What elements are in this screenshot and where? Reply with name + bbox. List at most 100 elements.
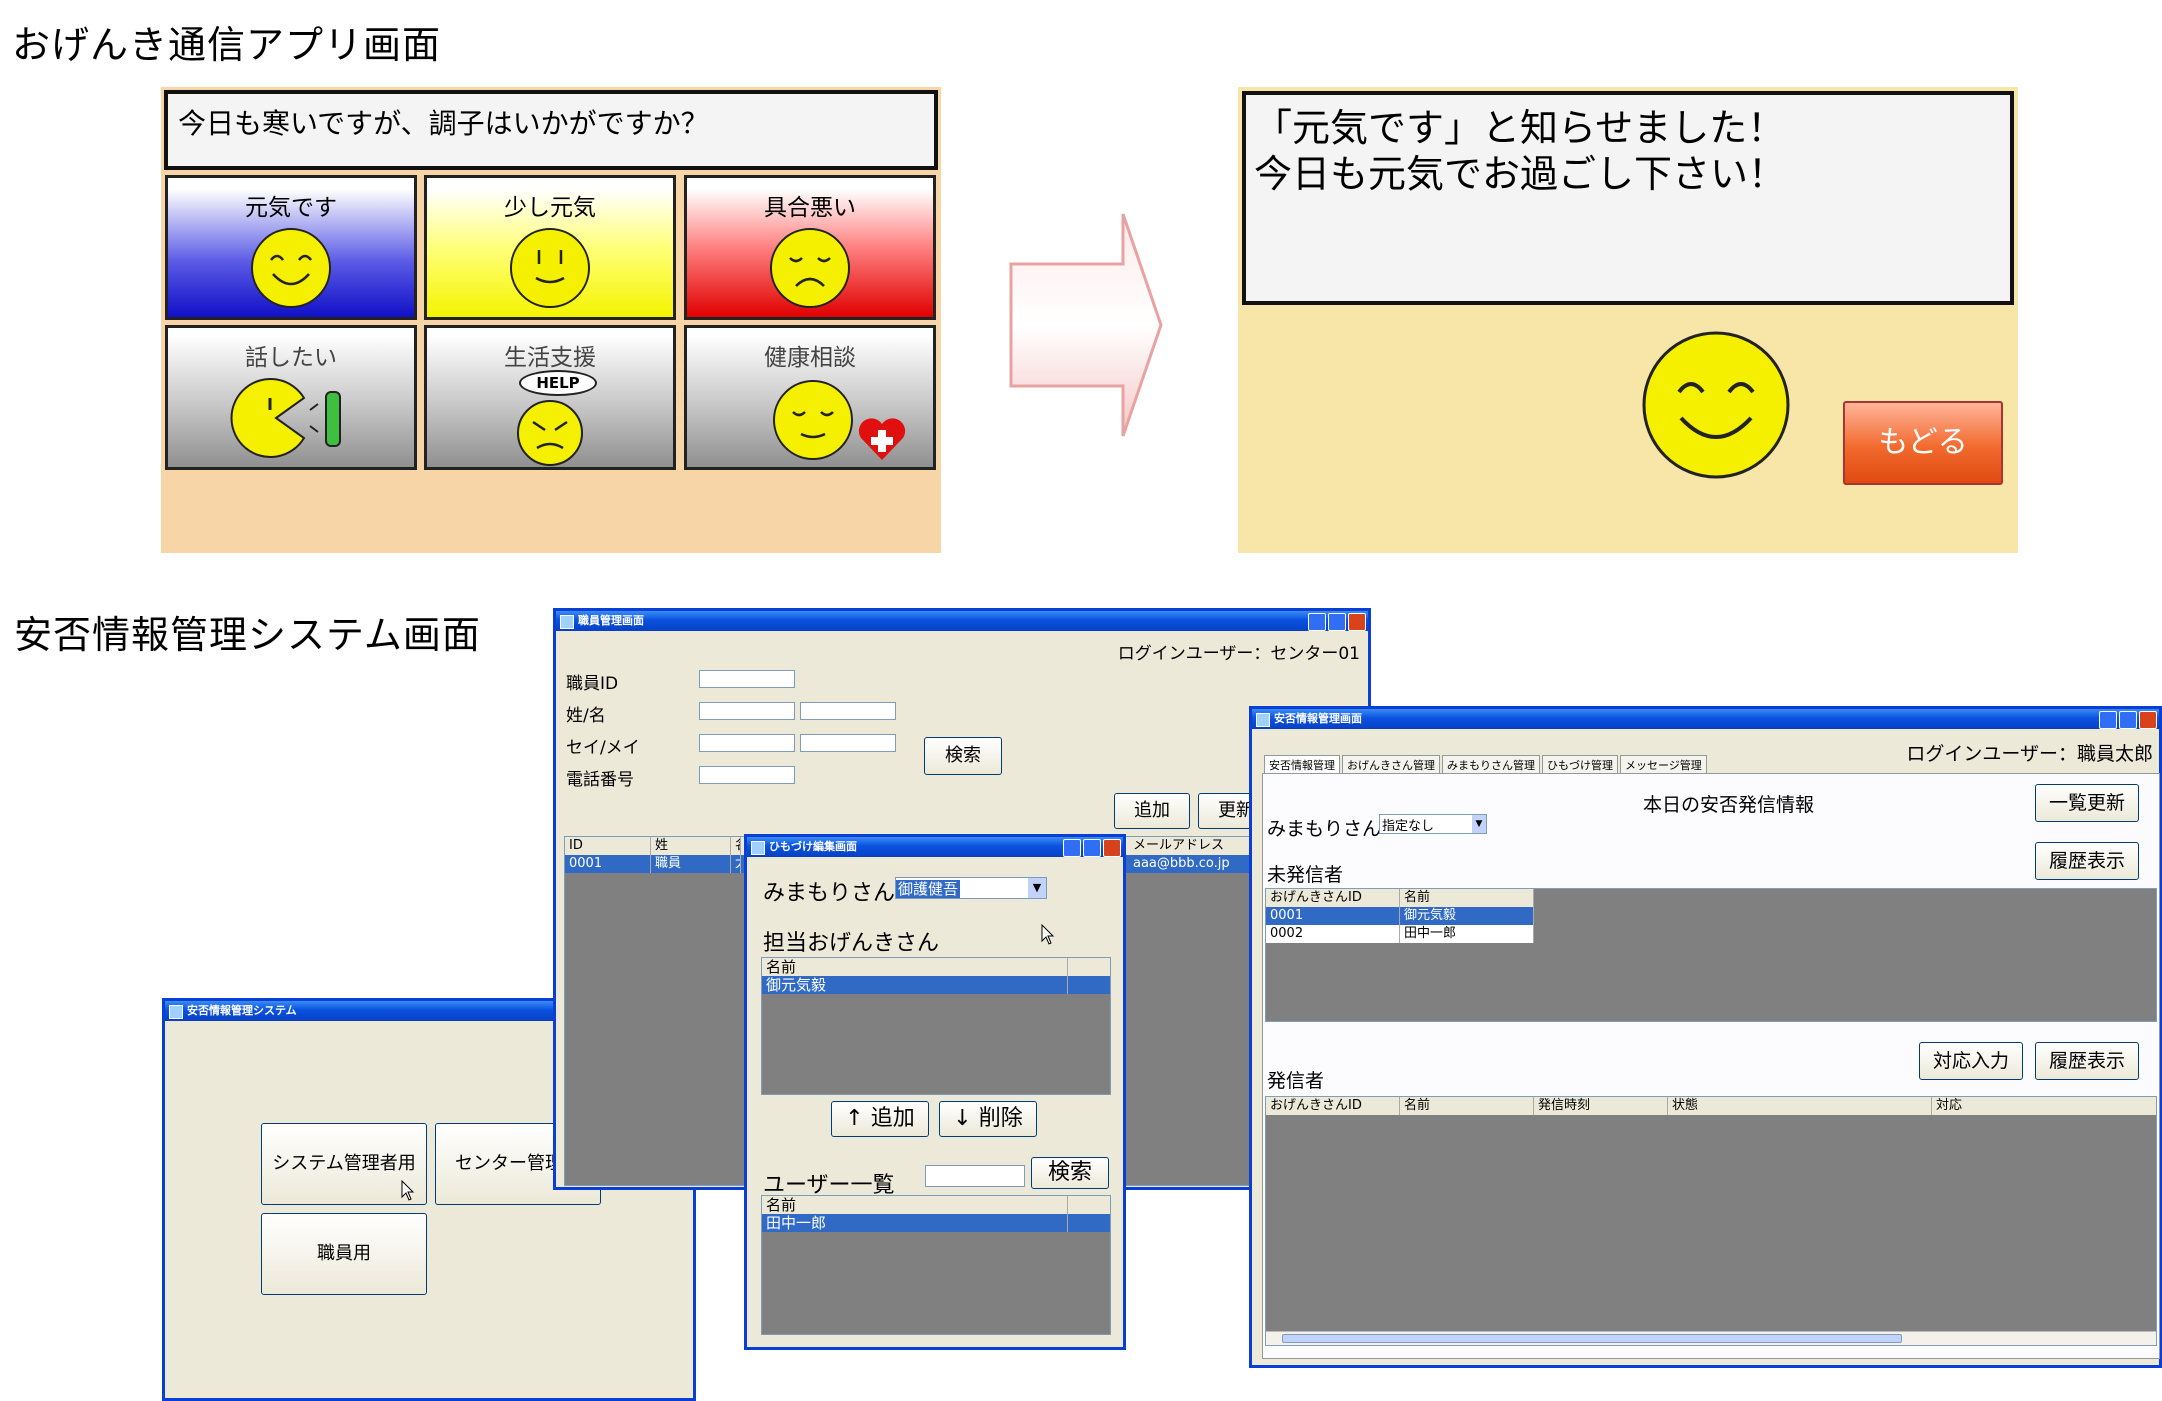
minimize-button[interactable] <box>2099 711 2117 729</box>
staff-add-button[interactable]: 追加 <box>1114 793 1190 829</box>
mild-smile-face-icon <box>510 228 590 308</box>
tab-safety[interactable]: 安否情報管理 <box>1264 755 1340 774</box>
tab-link[interactable]: ひもづけ管理 <box>1542 755 1618 774</box>
sukoshi-genki-button[interactable]: 少し元気 <box>424 175 676 320</box>
medical-heart-icon <box>858 418 906 460</box>
unsent-table-header: おげんきさんID 名前 <box>1266 889 1534 907</box>
col-last-name: 姓 <box>651 837 731 855</box>
col-ogenki-id: おげんきさんID <box>1266 889 1400 907</box>
watcher-select[interactable]: 御護健吾 ▼ <box>895 877 1047 899</box>
main-watcher-select[interactable]: 指定なし ▼ <box>1379 814 1487 834</box>
first-kana-field[interactable] <box>800 734 896 752</box>
cell-ogenki-id: 0001 <box>1266 907 1400 925</box>
window-app-icon <box>751 841 765 855</box>
list-item[interactable]: 田中一郎 <box>762 1214 1110 1232</box>
chevron-down-icon[interactable]: ▼ <box>1472 815 1486 833</box>
kenko-sodan-button[interactable]: 健康相談 <box>684 325 936 470</box>
system-screen-heading: 安否情報管理システム画面 <box>14 613 481 657</box>
link-edit-window: ひもづけ編集画面 みまもりさん 御護健吾 ▼ 担当おげんきさん 名前 御元気毅 … <box>744 834 1126 1350</box>
close-button[interactable] <box>2139 711 2157 729</box>
main-watcher-label: みまもりさん <box>1267 818 1382 840</box>
seikatsu-shien-label: 生活支援 <box>504 345 596 371</box>
refresh-list-button[interactable]: 一覧更新 <box>2035 784 2139 822</box>
col-first-name: 名 <box>731 837 741 855</box>
col-name: 名前 <box>1400 1097 1534 1115</box>
login-title: 安否情報管理システム <box>187 1004 297 1017</box>
watcher-select-value: 御護健吾 <box>896 880 961 898</box>
tab-bar: 安否情報管理 おげんきさん管理 みまもりさん管理 ひもづけ管理 メッセージ管理 <box>1264 755 1707 774</box>
assigned-label: 担当おげんきさん <box>763 931 940 956</box>
label-name: 姓/名 <box>566 706 606 726</box>
mouse-cursor-icon <box>1041 924 1055 945</box>
scrollbar-thumb[interactable] <box>1282 1334 1902 1343</box>
maximize-button[interactable] <box>1328 613 1346 631</box>
assigned-list: 名前 御元気毅 <box>761 957 1111 1095</box>
tab-watcher[interactable]: みまもりさん管理 <box>1442 755 1540 774</box>
minimize-button[interactable] <box>1063 839 1081 857</box>
genki-label: 元気です <box>245 195 337 221</box>
main-title: 安否情報管理画面 <box>1274 712 1362 725</box>
seikatsu-shien-button[interactable]: 生活支援 HELP <box>424 325 676 470</box>
question-text: 今日も寒いですが、調子はいかがですか？ <box>178 107 709 140</box>
genki-button[interactable]: 元気です <box>165 175 417 320</box>
sent-label: 発信者 <box>1267 1070 1325 1092</box>
main-panel: 本日の安否発信情報 一覧更新 履歴表示 みまもりさん 指定なし ▼ 未発信者 お… <box>1262 773 2160 1359</box>
troubled-face-icon <box>517 400 583 466</box>
mouse-cursor-icon <box>401 1180 415 1201</box>
staff-title: 職員管理画面 <box>578 614 644 627</box>
window-app-icon <box>560 615 574 629</box>
maximize-button[interactable] <box>1083 839 1101 857</box>
label-staff-id: 職員ID <box>566 674 619 694</box>
hanashitai-button[interactable]: 話したい <box>165 325 417 470</box>
table-row[interactable]: 0002 田中一郎 <box>1266 925 1534 943</box>
last-kana-field[interactable] <box>699 734 795 752</box>
sent-table-header: おげんきさんID 名前 発信時刻 状態 対応 <box>1266 1097 2156 1115</box>
window-app-icon <box>169 1005 183 1019</box>
cell-name: 御元気毅 <box>1400 907 1534 925</box>
maximize-button[interactable] <box>2119 711 2137 729</box>
big-smile-face-icon <box>1642 331 1790 479</box>
col-status: 状態 <box>1668 1097 1932 1115</box>
window-app-icon <box>1256 713 1270 727</box>
confirmation-box: 「元気です」と知らせました！ 今日も元気でお過ごし下さい！ <box>1242 91 2014 305</box>
history-button-top[interactable]: 履歴表示 <box>2035 842 2139 880</box>
col-id: ID <box>565 837 651 855</box>
app-confirm-screen: 「元気です」と知らせました！ 今日も元気でお過ごし下さい！ もどる <box>1238 87 2018 553</box>
main-login-user: ログインユーザー：職員太郎 <box>1906 743 2153 765</box>
staff-id-field[interactable] <box>699 670 795 688</box>
link-titlebar: ひもづけ編集画面 <box>747 837 1123 857</box>
hanashitai-label: 話したい <box>245 345 337 371</box>
minimize-button[interactable] <box>1308 613 1326 631</box>
tab-message[interactable]: メッセージ管理 <box>1620 755 1707 774</box>
safety-info-window: 安否情報管理画面 安否情報管理 おげんきさん管理 みまもりさん管理 ひもづけ管理… <box>1249 706 2162 1368</box>
link-delete-button[interactable]: ↓ 削除 <box>939 1101 1037 1137</box>
link-add-button[interactable]: ↑ 追加 <box>831 1101 929 1137</box>
sent-table: おげんきさんID 名前 発信時刻 状態 対応 <box>1265 1096 2157 1346</box>
col-name: 名前 <box>762 1196 1068 1214</box>
back-button[interactable]: もどる <box>1843 401 2003 485</box>
close-button[interactable] <box>1348 613 1366 631</box>
tab-ogenki[interactable]: おげんきさん管理 <box>1342 755 1440 774</box>
phone-field[interactable] <box>699 766 795 784</box>
link-title: ひもづけ編集画面 <box>769 840 857 853</box>
guai-warui-label: 具合悪い <box>764 195 856 221</box>
close-button[interactable] <box>1103 839 1121 857</box>
user-search-button[interactable]: 検索 <box>1031 1157 1109 1189</box>
table-row[interactable]: 0001 御元気毅 <box>1266 907 1534 925</box>
staff-button[interactable]: 職員用 <box>261 1213 427 1295</box>
label-phone: 電話番号 <box>566 770 634 790</box>
sukoshi-genki-label: 少し元気 <box>504 195 596 221</box>
chevron-down-icon[interactable]: ▼ <box>1028 878 1046 898</box>
list-item[interactable]: 御元気毅 <box>762 976 1110 994</box>
user-search-field[interactable] <box>925 1165 1025 1187</box>
history-button-bottom[interactable]: 履歴表示 <box>2035 1042 2139 1080</box>
smile-face-icon <box>251 228 331 308</box>
horizontal-scrollbar[interactable] <box>1266 1331 2156 1345</box>
first-name-field[interactable] <box>800 702 896 720</box>
cell-last-name: 職員 <box>651 855 731 873</box>
staff-search-button[interactable]: 検索 <box>924 737 1002 775</box>
guai-warui-button[interactable]: 具合悪い <box>684 175 936 320</box>
respond-input-button[interactable]: 対応入力 <box>1919 1042 2023 1080</box>
last-name-field[interactable] <box>699 702 795 720</box>
watcher-label: みまもりさん <box>763 881 896 906</box>
